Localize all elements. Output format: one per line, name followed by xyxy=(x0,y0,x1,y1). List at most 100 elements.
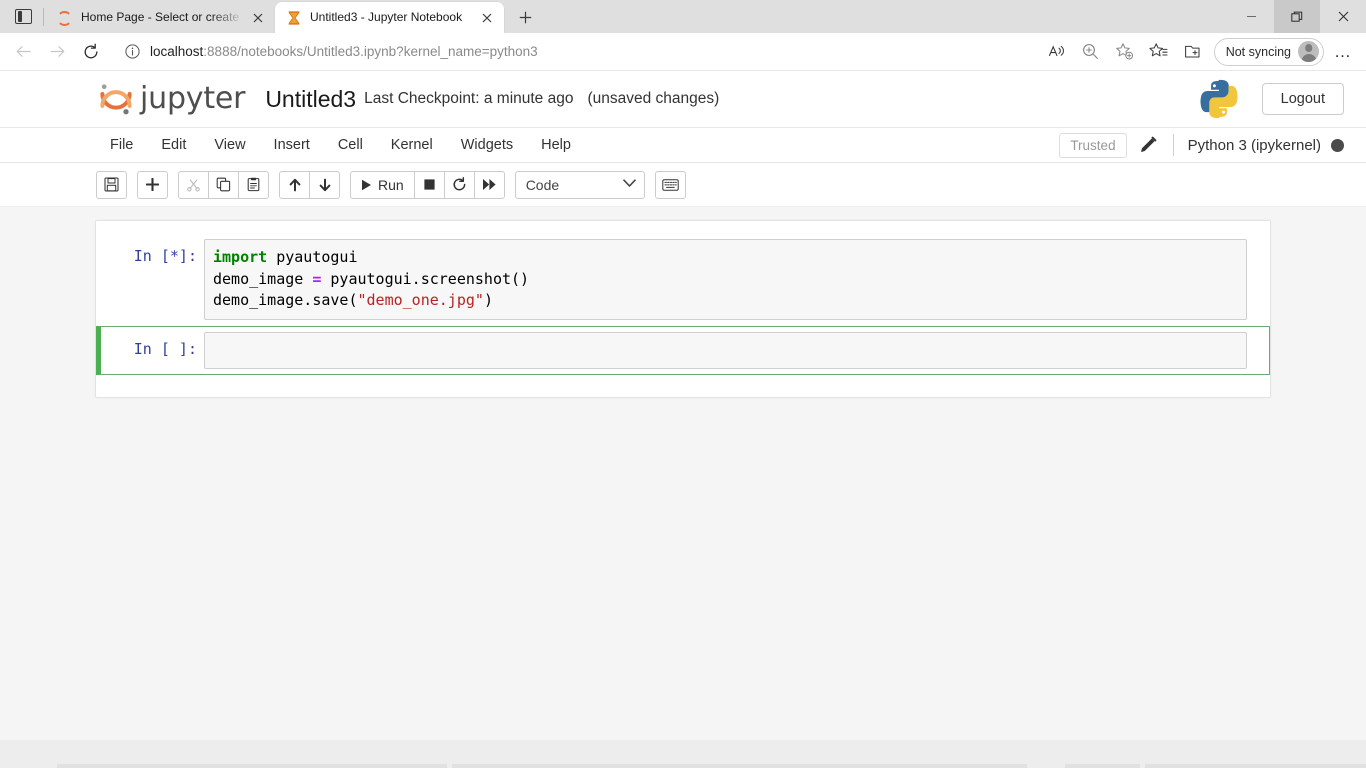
browser-tab-title: Untitled3 - Jupyter Notebook xyxy=(310,2,476,33)
code-token-keyword: import xyxy=(213,248,267,266)
restore-button[interactable] xyxy=(1274,0,1320,33)
account-avatar-icon xyxy=(1298,41,1319,62)
reload-icon[interactable] xyxy=(74,37,108,67)
zoom-icon[interactable] xyxy=(1074,37,1108,67)
browser-tab-untitled3[interactable]: Untitled3 - Jupyter Notebook xyxy=(275,2,504,33)
notebook-cell-selected[interactable]: In [ ]: xyxy=(96,326,1270,376)
menu-item-widgets[interactable]: Widgets xyxy=(447,131,527,159)
code-token-string: "demo_one.jpg" xyxy=(358,291,484,309)
address-bar[interactable]: localhost:8888/notebooks/Untitled3.ipynb… xyxy=(116,38,1034,66)
arrow-up-icon xyxy=(288,178,302,192)
move-cell-down-button[interactable] xyxy=(309,171,340,199)
hourglass-icon xyxy=(286,10,302,26)
interrupt-kernel-button[interactable] xyxy=(414,171,445,199)
tab-list-icon[interactable] xyxy=(4,0,42,33)
taskbar-window-strip-1[interactable] xyxy=(57,764,447,768)
browser-navbar: localhost:8888/notebooks/Untitled3.ipynb… xyxy=(0,33,1366,71)
add-favorite-icon[interactable] xyxy=(1108,37,1142,67)
kernel-name-label[interactable]: Python 3 (ipykernel) xyxy=(1188,137,1321,154)
favorites-icon[interactable] xyxy=(1142,37,1176,67)
menu-item-cell[interactable]: Cell xyxy=(324,131,377,159)
minimize-button[interactable] xyxy=(1228,0,1274,33)
omnibox-actions xyxy=(1040,37,1142,67)
taskbar-window-strip-4[interactable] xyxy=(1145,764,1366,768)
cell-type-select[interactable]: Code xyxy=(515,171,645,199)
copy-icon xyxy=(216,177,231,192)
restart-icon xyxy=(452,177,467,192)
profile-status-label: Not syncing xyxy=(1226,45,1291,59)
new-tab-button[interactable] xyxy=(510,3,540,31)
window-controls xyxy=(1228,0,1366,33)
toolbar-group-insert xyxy=(137,171,168,199)
keyboard-icon xyxy=(662,179,679,191)
close-button[interactable] xyxy=(1320,0,1366,33)
notebook-scroll-area[interactable]: In [*]: import pyautogui demo_image = py… xyxy=(0,207,1366,740)
menu-item-kernel[interactable]: Kernel xyxy=(377,131,447,159)
browser-window: Home Page - Select or create a n Untitle… xyxy=(0,0,1366,740)
restart-kernel-button[interactable] xyxy=(444,171,475,199)
last-checkpoint-label: Last Checkpoint: a minute ago xyxy=(364,90,573,108)
toolbar-group-clipboard xyxy=(178,171,269,199)
browser-tab-title: Home Page - Select or create a n xyxy=(81,2,247,33)
menu-item-file[interactable]: File xyxy=(96,131,147,159)
toolbar-group-run: Run xyxy=(350,171,505,199)
code-token: pyautogui xyxy=(267,248,357,266)
taskbar-window-strip-3[interactable] xyxy=(1065,764,1140,768)
play-icon xyxy=(361,179,372,191)
jupyter-header: jupyter Untitled3 Last Checkpoint: a min… xyxy=(0,71,1366,127)
plus-icon xyxy=(146,178,159,191)
paste-cell-button[interactable] xyxy=(238,171,269,199)
trusted-badge[interactable]: Trusted xyxy=(1059,133,1126,158)
cut-cell-button[interactable] xyxy=(178,171,209,199)
menu-item-help[interactable]: Help xyxy=(527,131,585,159)
menu-item-edit[interactable]: Edit xyxy=(147,131,200,159)
browser-tab-home-page[interactable]: Home Page - Select or create a n xyxy=(46,2,275,33)
jupyter-logo-icon xyxy=(96,79,136,119)
jupyter-wordmark: jupyter xyxy=(140,84,245,114)
browser-tabstrip: Home Page - Select or create a n Untitle… xyxy=(0,0,1366,33)
profile-button[interactable]: Not syncing xyxy=(1214,38,1324,66)
taskbar-window-strip-2[interactable] xyxy=(452,764,1027,768)
menu-item-view[interactable]: View xyxy=(200,131,259,159)
back-arrow-icon[interactable] xyxy=(6,37,40,67)
info-icon[interactable] xyxy=(124,43,142,61)
windows-taskbar[interactable] xyxy=(0,740,1366,768)
code-token: pyautogui.screenshot() xyxy=(321,270,529,288)
url-path: :8888/notebooks/Untitled3.ipynb?kernel_n… xyxy=(203,44,537,59)
close-icon[interactable] xyxy=(476,7,498,29)
jupyter-circle-icon xyxy=(57,10,73,26)
toolbar-group-palette xyxy=(655,171,686,199)
menu-item-insert[interactable]: Insert xyxy=(260,131,324,159)
jupyter-logo[interactable]: jupyter xyxy=(96,79,245,119)
code-line: demo_image.save("demo_one.jpg") xyxy=(213,290,1238,312)
menubar-divider xyxy=(1173,134,1174,156)
floppy-disk-icon xyxy=(104,177,119,192)
save-button[interactable] xyxy=(96,171,127,199)
collections-icon[interactable] xyxy=(1176,37,1210,67)
close-icon[interactable] xyxy=(247,7,269,29)
command-palette-button[interactable] xyxy=(655,171,686,199)
logout-button[interactable]: Logout xyxy=(1262,83,1344,115)
code-line xyxy=(213,340,1238,362)
code-token: demo_image.save( xyxy=(213,291,358,309)
cell-code-editor[interactable] xyxy=(204,332,1247,370)
read-aloud-icon[interactable] xyxy=(1040,37,1074,67)
toolbar-group-move xyxy=(279,171,340,199)
pencil-icon[interactable] xyxy=(1137,134,1159,156)
jupyter-header-right: Logout xyxy=(1198,78,1344,120)
browser-settings-button[interactable]: … xyxy=(1326,37,1360,67)
paste-icon xyxy=(246,177,261,192)
restart-run-all-button[interactable] xyxy=(474,171,505,199)
cell-prompt: In [ ]: xyxy=(118,332,204,358)
forward-arrow-icon[interactable] xyxy=(40,37,74,67)
notebook-name[interactable]: Untitled3 xyxy=(265,86,356,113)
menubar-right: Trusted Python 3 (ipykernel) xyxy=(1059,133,1344,158)
run-cell-button[interactable]: Run xyxy=(350,171,415,199)
arrow-down-icon xyxy=(318,178,332,192)
cell-code-editor[interactable]: import pyautogui demo_image = pyautogui.… xyxy=(204,239,1247,320)
copy-cell-button[interactable] xyxy=(208,171,239,199)
jupyter-toolbar: Run xyxy=(0,163,1366,207)
insert-cell-below-button[interactable] xyxy=(137,171,168,199)
notebook-cell[interactable]: In [*]: import pyautogui demo_image = py… xyxy=(96,233,1270,326)
move-cell-up-button[interactable] xyxy=(279,171,310,199)
